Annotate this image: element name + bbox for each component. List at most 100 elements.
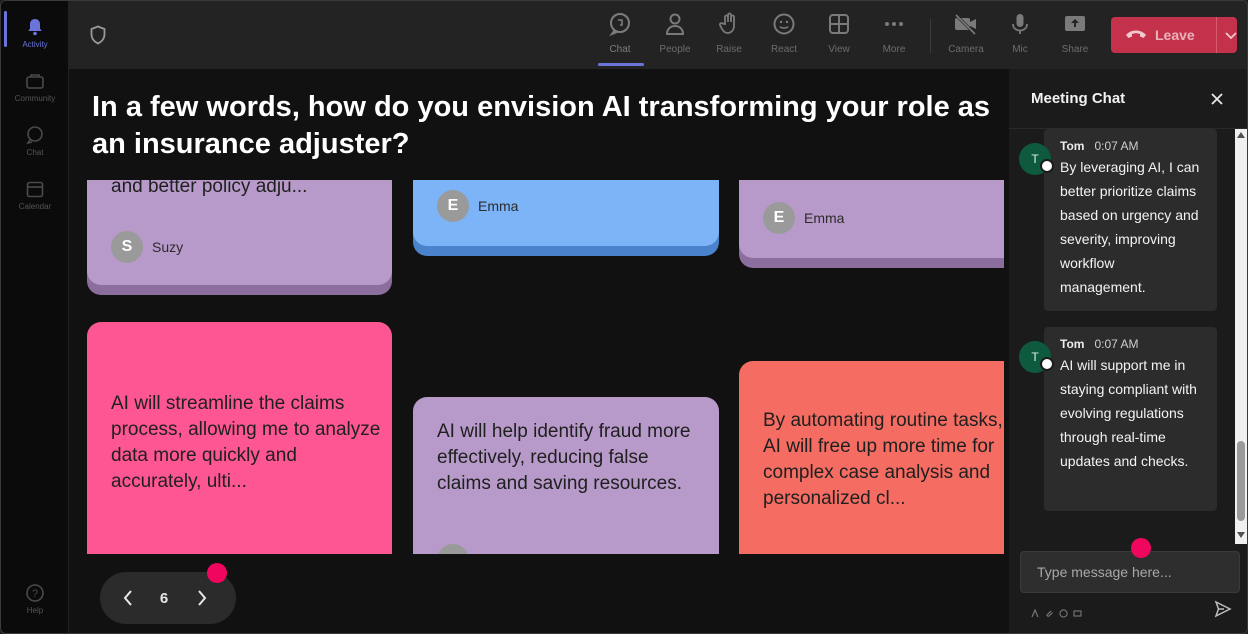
chat-messages: Tom 0:07 AM By leveraging AI, I can bette… <box>1009 129 1235 544</box>
card-text: AI will streamline the claims process, a… <box>111 393 381 492</box>
response-card[interactable]: and better policy adju... S Suzy <box>87 180 392 285</box>
toolbar-button-label: React <box>770 44 798 55</box>
toolbar-divider <box>930 19 931 53</box>
rail-item-label: Help <box>26 606 44 615</box>
chat-title: Meeting Chat <box>1031 90 1126 107</box>
mic-icon <box>1007 11 1033 37</box>
prev-page-button[interactable] <box>116 586 140 610</box>
avatar: S <box>111 231 143 263</box>
message-time: 0:07 AM <box>1094 139 1139 153</box>
message-meta: Tom 0:07 AM <box>1060 337 1201 351</box>
leave-button[interactable]: Leave <box>1111 17 1237 53</box>
rail-item-activity[interactable]: Activity <box>1 7 69 59</box>
leave-divider <box>1216 17 1217 53</box>
next-page-button[interactable] <box>190 586 214 610</box>
toolbar-button-label: Chat <box>609 44 631 55</box>
rail-item-label: Chat <box>26 148 44 157</box>
active-tab-indicator <box>598 63 644 66</box>
send-icon[interactable] <box>1214 600 1232 618</box>
avatar: E <box>763 202 795 234</box>
scroll-up-arrow[interactable] <box>1237 132 1245 138</box>
toolbar-more-button[interactable]: More <box>870 11 918 63</box>
message-meta: Tom 0:07 AM <box>1060 139 1201 153</box>
grid-icon <box>826 11 852 37</box>
raise-hand-icon <box>716 11 742 37</box>
card-text: and better policy adju... <box>111 180 308 197</box>
question-title: In a few words, how do you envision AI t… <box>92 91 991 160</box>
chevron-down-icon[interactable] <box>1225 27 1237 43</box>
svg-text:?: ? <box>32 588 38 600</box>
attach-icon[interactable] <box>1045 605 1054 617</box>
card-text: By automating routine tasks, AI will fre… <box>763 410 1003 509</box>
card-author: E Emma <box>437 190 518 222</box>
toolbar-button-label: Raise <box>716 44 742 55</box>
toolbar-button-label: More <box>882 44 906 55</box>
share-icon <box>1062 11 1088 37</box>
toolbar-camera-button[interactable]: Camera <box>942 11 990 63</box>
card-author: S Suzy <box>111 231 183 263</box>
toolbar-button-label: View <box>828 44 850 55</box>
message-bubble[interactable]: Tom 0:07 AM AI will support me in staying… <box>1044 327 1217 511</box>
close-icon[interactable] <box>1209 91 1225 107</box>
whiteboard-stage: In a few words, how do you envision AI t… <box>69 69 1009 633</box>
message-bubble[interactable]: Tom 0:07 AM By leveraging AI, I can bette… <box>1044 129 1217 311</box>
toolbar-share-button[interactable]: Share <box>1051 11 1099 63</box>
scrollbar-thumb[interactable] <box>1237 441 1245 521</box>
toolbar-button-label: People <box>659 44 691 55</box>
toolbar-people-button[interactable]: People <box>651 11 699 63</box>
message-text: By leveraging AI, I can better prioritiz… <box>1060 159 1200 295</box>
rail-item-label: Activity <box>22 40 48 49</box>
phone-hangup-icon <box>1125 27 1147 43</box>
meeting-chat-panel: Meeting Chat Tom 0:07 AM By leveraging AI… <box>1009 69 1247 633</box>
response-cards: and better policy adju... S Suzy E Emma … <box>69 180 1004 554</box>
community-icon <box>24 71 46 91</box>
left-rail: Activity Community Chat Calendar ? Help <box>1 1 69 633</box>
rail-item-community[interactable]: Community <box>1 61 69 113</box>
card-author: E Emma <box>763 202 844 234</box>
avatar: T <box>1019 341 1054 373</box>
author-name: Suzy <box>152 239 184 255</box>
toolbar-mic-button[interactable]: Mic <box>996 11 1044 63</box>
gif-icon[interactable] <box>1073 605 1082 617</box>
response-card[interactable]: AI will help identify fraud more effecti… <box>413 397 719 554</box>
more-icon <box>881 11 907 37</box>
card-text: AI will help identify fraud more effecti… <box>437 421 691 494</box>
toolbar-button-label: Camera <box>948 44 984 55</box>
cursor-indicator-dot <box>207 563 227 583</box>
toolbar-raise-button[interactable]: Raise <box>705 11 753 63</box>
toolbar-chat-button[interactable]: Chat <box>596 11 644 63</box>
chat-icon <box>24 125 46 145</box>
response-card[interactable]: By automating routine tasks, AI will fre… <box>739 361 1004 554</box>
avatar: E <box>437 190 469 222</box>
rail-item-help[interactable]: ? Help <box>1 573 69 625</box>
avatar: T <box>1019 143 1054 175</box>
emoji-icon[interactable] <box>1059 605 1068 618</box>
message-author: Tom <box>1060 337 1085 351</box>
chevron-right-icon <box>198 590 207 606</box>
response-card[interactable]: E Emma <box>739 180 1004 258</box>
shield-icon[interactable] <box>89 25 107 50</box>
message-author: Tom <box>1060 139 1085 153</box>
toolbar-view-button[interactable]: View <box>815 11 863 63</box>
help-icon: ? <box>24 583 46 603</box>
camera-off-icon <box>953 11 979 37</box>
avatar <box>437 544 469 554</box>
response-card[interactable]: AI will streamline the claims process, a… <box>87 322 392 554</box>
bell-icon <box>24 17 46 37</box>
chevron-left-icon <box>123 590 132 606</box>
cursor-indicator-dot <box>1131 538 1151 558</box>
toolbar-react-button[interactable]: React <box>760 11 808 63</box>
message-text: AI will support me in staying compliant … <box>1060 357 1197 469</box>
toolbar-button-label: Share <box>1061 44 1089 55</box>
smile-icon <box>771 11 797 37</box>
rail-item-calendar[interactable]: Calendar <box>1 169 69 221</box>
response-card[interactable]: E Emma <box>413 180 719 246</box>
chat-message-input[interactable] <box>1020 551 1240 593</box>
chat-icon <box>607 11 633 37</box>
scroll-down-arrow[interactable] <box>1237 532 1245 538</box>
author-name: Emma <box>478 198 519 214</box>
format-icon[interactable] <box>1031 605 1040 618</box>
rail-item-label: Community <box>14 94 56 103</box>
rail-item-chat[interactable]: Chat <box>1 115 69 167</box>
message-time: 0:07 AM <box>1094 337 1139 351</box>
